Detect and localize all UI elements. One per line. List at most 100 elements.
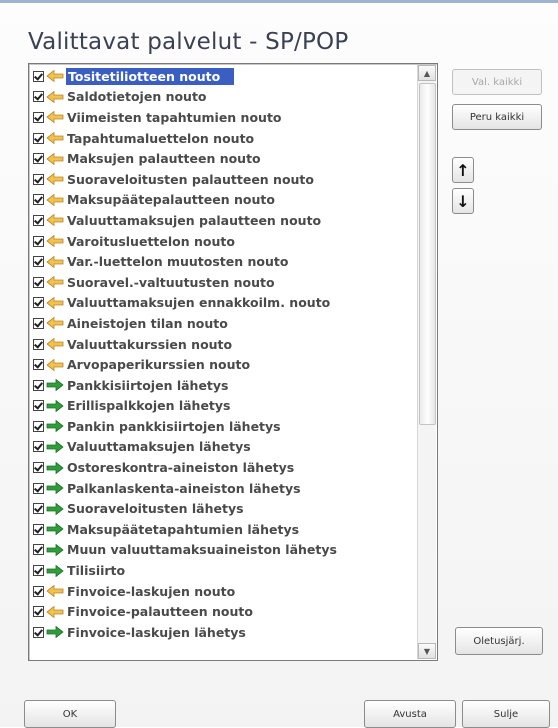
- service-checkbox[interactable]: [33, 565, 44, 577]
- service-label: Viimeisten tapahtumien nouto: [67, 109, 282, 125]
- list-item[interactable]: Ostoreskontra-aineiston lähetys: [31, 457, 417, 478]
- move-up-button[interactable]: ↑: [452, 157, 474, 183]
- scroll-down-button[interactable]: ▼: [418, 643, 436, 659]
- list-item[interactable]: Viimeisten tapahtumien nouto: [31, 107, 417, 128]
- download-arrow-icon: [46, 152, 64, 165]
- service-label: Valuuttakurssien nouto: [67, 336, 233, 352]
- list-item[interactable]: Palkanlaskenta-aineiston lähetys: [31, 478, 417, 499]
- list-item[interactable]: Tilisiirto: [31, 560, 417, 581]
- download-arrow-icon: [46, 276, 64, 289]
- service-label: Suoraveloitusten lähetys: [67, 501, 244, 517]
- service-checkbox[interactable]: [33, 606, 44, 618]
- service-checkbox[interactable]: [33, 194, 44, 206]
- service-checkbox[interactable]: [33, 482, 44, 494]
- close-button[interactable]: Sulje: [462, 700, 550, 728]
- download-arrow-icon: [46, 358, 64, 371]
- service-checkbox[interactable]: [33, 626, 44, 638]
- upload-arrow-icon: [46, 543, 64, 556]
- service-checkbox[interactable]: [33, 338, 44, 350]
- list-item[interactable]: Saldotietojen nouto: [31, 87, 417, 108]
- service-label: Suoraveloitusten palautteen nouto: [67, 171, 314, 187]
- service-checkbox[interactable]: [33, 70, 44, 82]
- list-item[interactable]: Tositetiliotteen nouto: [31, 66, 417, 87]
- service-checkbox[interactable]: [33, 132, 44, 144]
- download-arrow-icon: [46, 214, 64, 227]
- scroll-thumb[interactable]: [419, 83, 436, 425]
- arrow-up-icon: ↑: [456, 160, 470, 180]
- list-item[interactable]: Var.-luettelon muutosten nouto: [31, 251, 417, 272]
- service-checkbox[interactable]: [33, 214, 44, 226]
- service-checkbox[interactable]: [33, 173, 44, 185]
- service-label: Maksujen palautteen nouto: [67, 151, 261, 167]
- service-checkbox[interactable]: [33, 91, 44, 103]
- list-item[interactable]: Arvopaperikurssien nouto: [31, 354, 417, 375]
- list-item[interactable]: Erillispalkkojen lähetys: [31, 396, 417, 417]
- service-label: Valuuttamaksujen lähetys: [67, 439, 251, 455]
- service-label: Tapahtumaluettelon nouto: [67, 130, 255, 146]
- download-arrow-icon: [46, 585, 64, 598]
- service-label: Finvoice-laskujen nouto: [67, 583, 236, 599]
- service-label: Pankkisiirtojen lähetys: [67, 377, 229, 393]
- default-order-button[interactable]: Oletusjärj.: [455, 627, 543, 655]
- list-item[interactable]: Suoraveloitusten lähetys: [31, 498, 417, 519]
- service-checkbox[interactable]: [33, 523, 44, 535]
- list-item[interactable]: Finvoice-palautteen nouto: [31, 601, 417, 622]
- select-all-button[interactable]: Val. kaikki: [452, 69, 542, 95]
- upload-arrow-icon: [46, 564, 64, 577]
- arrow-down-icon: ↓: [456, 191, 470, 211]
- service-checkbox[interactable]: [33, 111, 44, 123]
- upload-arrow-icon: [46, 523, 64, 536]
- download-arrow-icon: [46, 255, 64, 268]
- list-item[interactable]: Aineistojen tilan nouto: [31, 313, 417, 334]
- list-item[interactable]: Maksujen palautteen nouto: [31, 148, 417, 169]
- service-checkbox[interactable]: [33, 256, 44, 268]
- list-item[interactable]: Finvoice-laskujen nouto: [31, 581, 417, 602]
- upload-arrow-icon: [46, 461, 64, 474]
- service-checkbox[interactable]: [33, 585, 44, 597]
- list-item[interactable]: Maksupäätetapahtumien lähetys: [31, 519, 417, 540]
- service-checkbox[interactable]: [33, 297, 44, 309]
- service-label: Valuuttamaksujen ennakkoilm. nouto: [67, 295, 331, 311]
- services-listbox[interactable]: Tositetiliotteen nouto Saldotietojen nout…: [28, 63, 438, 661]
- service-checkbox[interactable]: [33, 503, 44, 515]
- list-item[interactable]: Tapahtumaluettelon nouto: [31, 128, 417, 149]
- download-arrow-icon: [46, 70, 64, 83]
- list-item[interactable]: Pankkisiirtojen lähetys: [31, 375, 417, 396]
- list-item[interactable]: Suoravel.-valtuutusten nouto: [31, 272, 417, 293]
- list-item[interactable]: Muun valuuttamaksuaineiston lähetys: [31, 540, 417, 561]
- close-label: Sulje: [493, 708, 519, 720]
- download-arrow-icon: [46, 235, 64, 248]
- service-checkbox[interactable]: [33, 359, 44, 371]
- service-checkbox[interactable]: [33, 420, 44, 432]
- list-item[interactable]: Valuuttamaksujen palautteen nouto: [31, 210, 417, 231]
- service-checkbox[interactable]: [33, 544, 44, 556]
- service-checkbox[interactable]: [33, 379, 44, 391]
- service-checkbox[interactable]: [33, 153, 44, 165]
- deselect-all-button[interactable]: Peru kaikki: [452, 104, 542, 130]
- service-checkbox[interactable]: [33, 317, 44, 329]
- service-checkbox[interactable]: [33, 235, 44, 247]
- download-arrow-icon: [46, 296, 64, 309]
- list-item[interactable]: Suoraveloitusten palautteen nouto: [31, 169, 417, 190]
- scroll-up-button[interactable]: ▲: [418, 65, 436, 81]
- ok-button[interactable]: OK: [24, 700, 116, 728]
- help-label: Avusta: [393, 708, 427, 720]
- service-label: Ostoreskontra-aineiston lähetys: [67, 460, 295, 476]
- help-button[interactable]: Avusta: [364, 700, 456, 728]
- service-checkbox[interactable]: [33, 462, 44, 474]
- list-item[interactable]: Valuuttamaksujen lähetys: [31, 437, 417, 458]
- service-checkbox[interactable]: [33, 441, 44, 453]
- list-item[interactable]: Finvoice-laskujen lähetys: [31, 622, 417, 643]
- service-checkbox[interactable]: [33, 400, 44, 412]
- deselect-all-label: Peru kaikki: [469, 111, 525, 123]
- list-item[interactable]: Varoitusluettelon nouto: [31, 231, 417, 252]
- service-checkbox[interactable]: [33, 276, 44, 288]
- list-item[interactable]: Valuuttamaksujen ennakkoilm. nouto: [31, 293, 417, 314]
- move-down-button[interactable]: ↓: [452, 188, 474, 214]
- list-scrollbar[interactable]: ▲ ▼: [417, 65, 436, 659]
- list-item[interactable]: Valuuttakurssien nouto: [31, 334, 417, 355]
- service-label: Erillispalkkojen lähetys: [67, 398, 231, 414]
- list-item[interactable]: Pankin pankkisiirtojen lähetys: [31, 416, 417, 437]
- list-item[interactable]: Maksupäätepalautteen nouto: [31, 190, 417, 211]
- upload-arrow-icon: [46, 399, 64, 412]
